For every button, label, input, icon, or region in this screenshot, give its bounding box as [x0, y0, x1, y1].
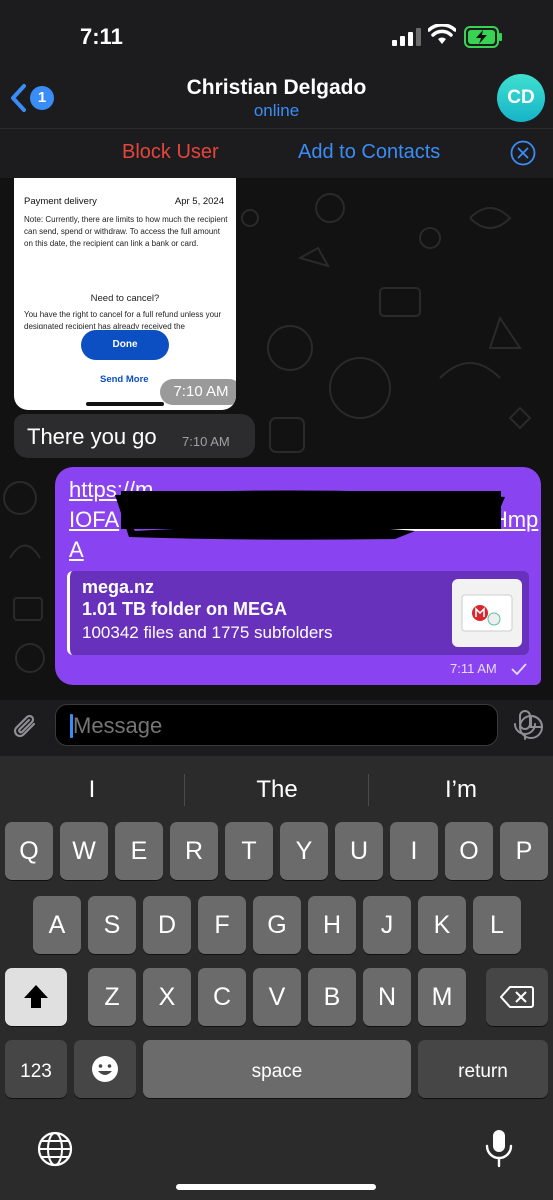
numbers-key[interactable]: 123 [5, 1040, 67, 1098]
message-field[interactable] [55, 704, 544, 746]
key-u[interactable]: U [335, 822, 383, 880]
message-timestamp: 7:10 AM [160, 379, 236, 405]
key-j[interactable]: J [363, 896, 411, 954]
delete-key[interactable] [486, 968, 548, 1026]
key-v[interactable]: V [253, 968, 301, 1026]
shift-arrow-icon [24, 985, 48, 1008]
link-part-4: A [69, 537, 84, 562]
link-preview-site: mega.nz [82, 577, 155, 597]
key-t[interactable]: T [225, 822, 273, 880]
image-message[interactable]: Payment delivery Apr 5, 2024 Note: Curre… [14, 178, 236, 410]
return-key-label: return [458, 1061, 508, 1082]
key-z[interactable]: Z [88, 968, 136, 1026]
key-n[interactable]: N [363, 968, 411, 1026]
battery-charging-icon [464, 26, 502, 48]
key-s[interactable]: S [88, 896, 136, 954]
chat-messages[interactable]: Payment delivery Apr 5, 2024 Note: Curre… [0, 178, 553, 700]
paperclip-icon[interactable] [12, 712, 40, 742]
mega-thumbnail [452, 579, 522, 647]
key-f[interactable]: F [198, 896, 246, 954]
message-timestamp: 7:11 AM [450, 661, 497, 676]
key-w[interactable]: W [60, 822, 108, 880]
shift-key[interactable] [5, 968, 67, 1026]
image-heading-row: Payment delivery Apr 5, 2024 [24, 196, 224, 207]
message-input-bar [0, 700, 553, 756]
message-text: There you go [27, 424, 157, 449]
key-d[interactable]: D [143, 896, 191, 954]
return-key[interactable]: return [418, 1040, 548, 1098]
emoji-icon [92, 1056, 118, 1082]
key-b[interactable]: B [308, 968, 356, 1026]
image-date: Apr 5, 2024 [174, 196, 224, 207]
redaction-scribble [115, 490, 505, 540]
add-to-contacts-button[interactable]: Add to Contacts [298, 141, 440, 164]
suggestion-1[interactable]: I [0, 768, 184, 812]
key-i[interactable]: I [390, 822, 438, 880]
image-cancel-title: Need to cancel? [90, 293, 160, 304]
globe-icon[interactable] [36, 1130, 74, 1168]
chat-header: 1 Christian Delgado online CD [0, 70, 553, 128]
link-preview-card[interactable]: mega.nz 1.01 TB folder on MEGA 100342 fi… [67, 571, 529, 655]
key-x[interactable]: X [143, 968, 191, 1026]
image-send-more: Send More [100, 374, 149, 385]
cellular-signal-icon [392, 28, 421, 46]
home-indicator [176, 1184, 376, 1190]
link-preview-description: 100342 files and 1775 subfolders [82, 623, 333, 642]
mega-logo-icon [461, 594, 513, 632]
status-bar: 7:11 [0, 0, 553, 70]
key-m[interactable]: M [418, 968, 466, 1026]
key-r[interactable]: R [170, 822, 218, 880]
contact-status: online [253, 101, 300, 120]
outgoing-link-message[interactable]: https://m IOFARu2h1xNJHmp A mega.nz 1.01… [55, 467, 541, 685]
image-home-indicator [86, 402, 164, 406]
contact-action-bar: Block User Add to Contacts [0, 128, 553, 178]
key-e[interactable]: E [115, 822, 163, 880]
status-time: 7:11 [80, 24, 123, 49]
space-key-label: space [251, 1061, 303, 1082]
suggestion-3[interactable]: I’m [369, 768, 553, 812]
link-part-2: IOFA [69, 507, 120, 532]
contact-name[interactable]: Christian Delgado [0, 76, 553, 100]
link-preview-title: 1.01 TB folder on MEGA [82, 599, 288, 619]
avatar[interactable]: CD [497, 74, 545, 122]
keyboard: I The I’m Q W E R T Y U I O P A S D F G … [0, 756, 553, 1200]
wifi-icon [428, 24, 456, 44]
key-q[interactable]: Q [5, 822, 53, 880]
key-c[interactable]: C [198, 968, 246, 1026]
image-done-button: Done [81, 330, 169, 360]
microphone-icon[interactable] [512, 709, 538, 741]
backspace-icon [499, 986, 534, 1008]
key-l[interactable]: L [473, 896, 521, 954]
numbers-key-label: 123 [20, 1061, 52, 1082]
image-cancel-text: You have the right to cancel for a full … [24, 310, 222, 329]
space-key[interactable]: space [143, 1040, 411, 1098]
key-g[interactable]: G [253, 896, 301, 954]
key-h[interactable]: H [308, 896, 356, 954]
emoji-key[interactable] [74, 1040, 136, 1098]
message-timestamp: 7:10 AM [182, 434, 230, 449]
key-k[interactable]: K [418, 896, 466, 954]
key-y[interactable]: Y [280, 822, 328, 880]
sent-checkmark-icon [511, 663, 527, 675]
incoming-message[interactable]: There you go 7:10 AM [14, 414, 255, 458]
key-p[interactable]: P [500, 822, 548, 880]
block-user-button[interactable]: Block User [122, 141, 219, 164]
image-note: Note: Currently, there are limits to how… [24, 215, 228, 248]
dictation-microphone-icon[interactable] [484, 1128, 514, 1170]
image-heading: Payment delivery [24, 196, 97, 207]
key-a[interactable]: A [33, 896, 81, 954]
suggestion-2[interactable]: The [185, 768, 369, 812]
key-o[interactable]: O [445, 822, 493, 880]
message-input[interactable] [73, 713, 433, 739]
close-icon[interactable] [510, 140, 536, 166]
